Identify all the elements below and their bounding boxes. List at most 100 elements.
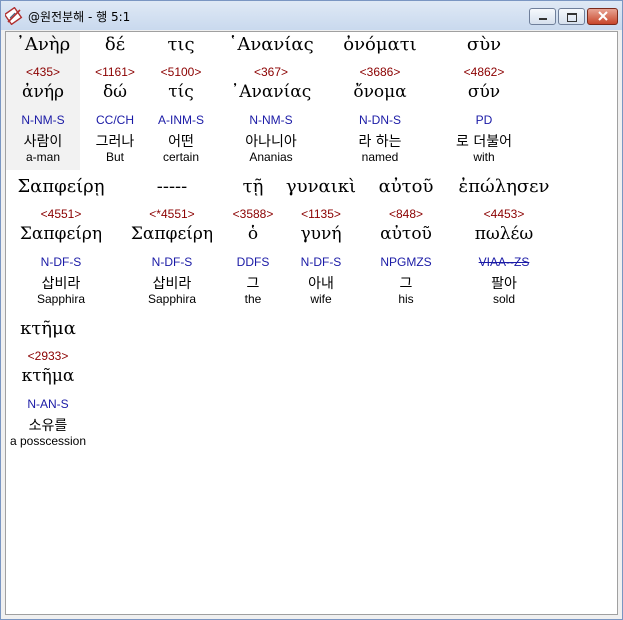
strong-number: <4551> — [40, 207, 82, 221]
close-button[interactable] — [587, 8, 618, 25]
parsing-code: NPGMZS — [380, 255, 432, 269]
english-gloss: his — [398, 292, 414, 306]
parsing-code: N-DF-S — [300, 255, 342, 269]
parsing-code: PD — [475, 113, 493, 127]
english-gloss: wife — [310, 292, 332, 306]
korean-gloss: 그 — [399, 276, 413, 292]
korean-gloss: 로 더불어 — [456, 134, 512, 150]
strong-number: <3686> — [359, 65, 401, 79]
parsing-code: N-AN-S — [27, 397, 69, 411]
word-cell[interactable]: κτῆμα <2933> κτῆμα N-AN-S 소유를 a posscession — [6, 316, 90, 454]
word-lemma: ᾿Ανανίας — [230, 82, 312, 102]
word-cell[interactable]: δέ <1161> δώ CC/CH 그러나 But — [80, 32, 150, 170]
word-greek: Σαπφείρῃ — [17, 176, 105, 197]
maximize-icon — [567, 13, 577, 22]
word-greek: γυναικὶ — [285, 176, 357, 197]
word-lemma: αὐτοῦ — [380, 224, 432, 244]
word-lemma: γυνή — [300, 224, 342, 244]
minimize-icon — [539, 18, 547, 20]
korean-gloss: 그 — [246, 276, 260, 292]
english-gloss: sold — [492, 292, 515, 306]
parsing-code: N-NM-S — [249, 113, 293, 127]
word-lemma: τίς — [168, 82, 194, 102]
word-greek: τῇ — [242, 176, 264, 197]
word-cell[interactable]: τῇ <3588> ὁ DDFS 그 the — [228, 174, 278, 312]
word-greek: ᾿Ανὴρ — [15, 34, 71, 55]
title-bar[interactable]: @원전분해 - 행 5:1 — [1, 1, 622, 30]
interlinear-view[interactable]: ᾿Ανὴρ <435> ἀνήρ N-NM-S 사람이 a-man δέ <1161> δώ CC… — [5, 31, 618, 615]
english-gloss: the — [244, 292, 262, 306]
minimize-button[interactable] — [529, 8, 556, 25]
parsing-code: CC/CH — [96, 113, 134, 127]
parsing-code: VIAA--ZS — [478, 255, 530, 269]
strong-number: <4862> — [463, 65, 505, 79]
word-lemma: ἀνήρ — [22, 82, 64, 102]
parsing-code: N-NM-S — [21, 113, 65, 127]
english-gloss: a-man — [25, 150, 60, 164]
english-gloss: named — [361, 150, 399, 164]
word-lemma: κτῆμα — [21, 366, 75, 386]
window-title: @원전분해 - 행 5:1 — [28, 10, 131, 24]
english-gloss: Sapphira — [147, 292, 197, 306]
word-greek: ῾Ανανίας — [228, 34, 314, 55]
word-cell[interactable]: σὺν <4862> σύν PD 로 더불어 with — [434, 32, 534, 170]
maximize-button[interactable] — [558, 8, 585, 25]
word-cell[interactable]: ἐπώλησεν <4453> πωλέω VIAA--ZS 팔아 sold — [448, 174, 560, 312]
word-greek: αὐτοῦ — [378, 176, 434, 197]
word-cell[interactable]: ῾Ανανίας <367> ᾿Ανανίας N-NM-S 아나니아 Ananias — [216, 32, 326, 170]
word-greek: τις — [167, 34, 195, 55]
app-window: @원전분해 - 행 5:1 ᾿Ανὴρ <435> ἀνήρ N-NM-S 사람이 a-m… — [0, 0, 623, 620]
strong-number: <367> — [253, 65, 289, 79]
word-lemma: Σαπφείρη — [19, 224, 103, 244]
word-cell[interactable]: Σαπφείρῃ <4551> Σαπφείρη N-DF-S 삽비라 Sapphira — [6, 174, 116, 312]
word-greek: ὀνόματι — [343, 34, 417, 55]
korean-gloss: 소유를 — [28, 418, 68, 434]
word-lemma: Σαπφείρη — [130, 224, 214, 244]
close-icon — [598, 11, 608, 21]
word-greek: ----- — [156, 176, 188, 197]
word-cell[interactable]: ----- <*4551> Σαπφείρη N-DF-S 삽비라 Sapphira — [116, 174, 228, 312]
word-lemma: σύν — [467, 82, 501, 102]
parsing-code: A-INM-S — [158, 113, 204, 127]
parsing-code: N-DF-S — [151, 255, 193, 269]
word-greek: δέ — [104, 34, 126, 55]
word-cell[interactable]: ὀνόματι <3686> ὄνομα N-DN-S 라 하는 named — [326, 32, 434, 170]
word-cell[interactable]: ᾿Ανὴρ <435> ἀνήρ N-NM-S 사람이 a-man — [6, 32, 80, 170]
word-cell[interactable]: τις <5100> τίς A-INM-S 어떤 certain — [146, 32, 216, 170]
word-lemma: ὁ — [247, 224, 259, 244]
strong-number: <848> — [388, 207, 424, 221]
parsing-code: N-DF-S — [40, 255, 82, 269]
english-gloss: Ananias — [249, 150, 293, 164]
english-gloss: a posscession — [9, 434, 87, 448]
word-cell[interactable]: γυναικὶ <1135> γυνή N-DF-S 아내 wife — [278, 174, 364, 312]
word-greek: ἐπώλησεν — [458, 176, 550, 197]
strong-number: <5100> — [160, 65, 202, 79]
strong-number: <4453> — [483, 207, 525, 221]
korean-gloss: 어떤 — [168, 134, 194, 150]
parsing-code: N-DN-S — [359, 113, 401, 127]
word-greek: σὺν — [466, 34, 502, 55]
korean-gloss: 삽비라 — [152, 276, 192, 292]
book-pen-icon — [5, 7, 23, 25]
english-gloss: with — [473, 150, 495, 164]
korean-gloss: 삽비라 — [41, 276, 81, 292]
strong-number: <1135> — [301, 207, 341, 221]
word-cell[interactable]: αὐτοῦ <848> αὐτοῦ NPGMZS 그 his — [364, 174, 448, 312]
english-gloss: But — [105, 150, 124, 164]
korean-gloss: 아나니아 — [245, 134, 297, 150]
word-lemma: πωλέω — [474, 224, 534, 244]
strong-number: <3588> — [232, 207, 274, 221]
word-lemma: ὄνομα — [353, 82, 407, 102]
korean-gloss: 라 하는 — [358, 134, 402, 150]
english-gloss: certain — [162, 150, 200, 164]
korean-gloss: 팔아 — [491, 276, 517, 292]
english-gloss: Sapphira — [36, 292, 86, 306]
strong-number: <2933> — [27, 349, 69, 363]
korean-gloss: 그러나 — [95, 134, 135, 150]
strong-number: <*4551> — [149, 207, 195, 221]
korean-gloss: 아내 — [308, 276, 334, 292]
word-greek: κτῆμα — [20, 318, 76, 339]
word-lemma: δώ — [102, 82, 128, 102]
strong-number: <1161> — [95, 65, 135, 79]
parsing-code: DDFS — [236, 255, 270, 269]
